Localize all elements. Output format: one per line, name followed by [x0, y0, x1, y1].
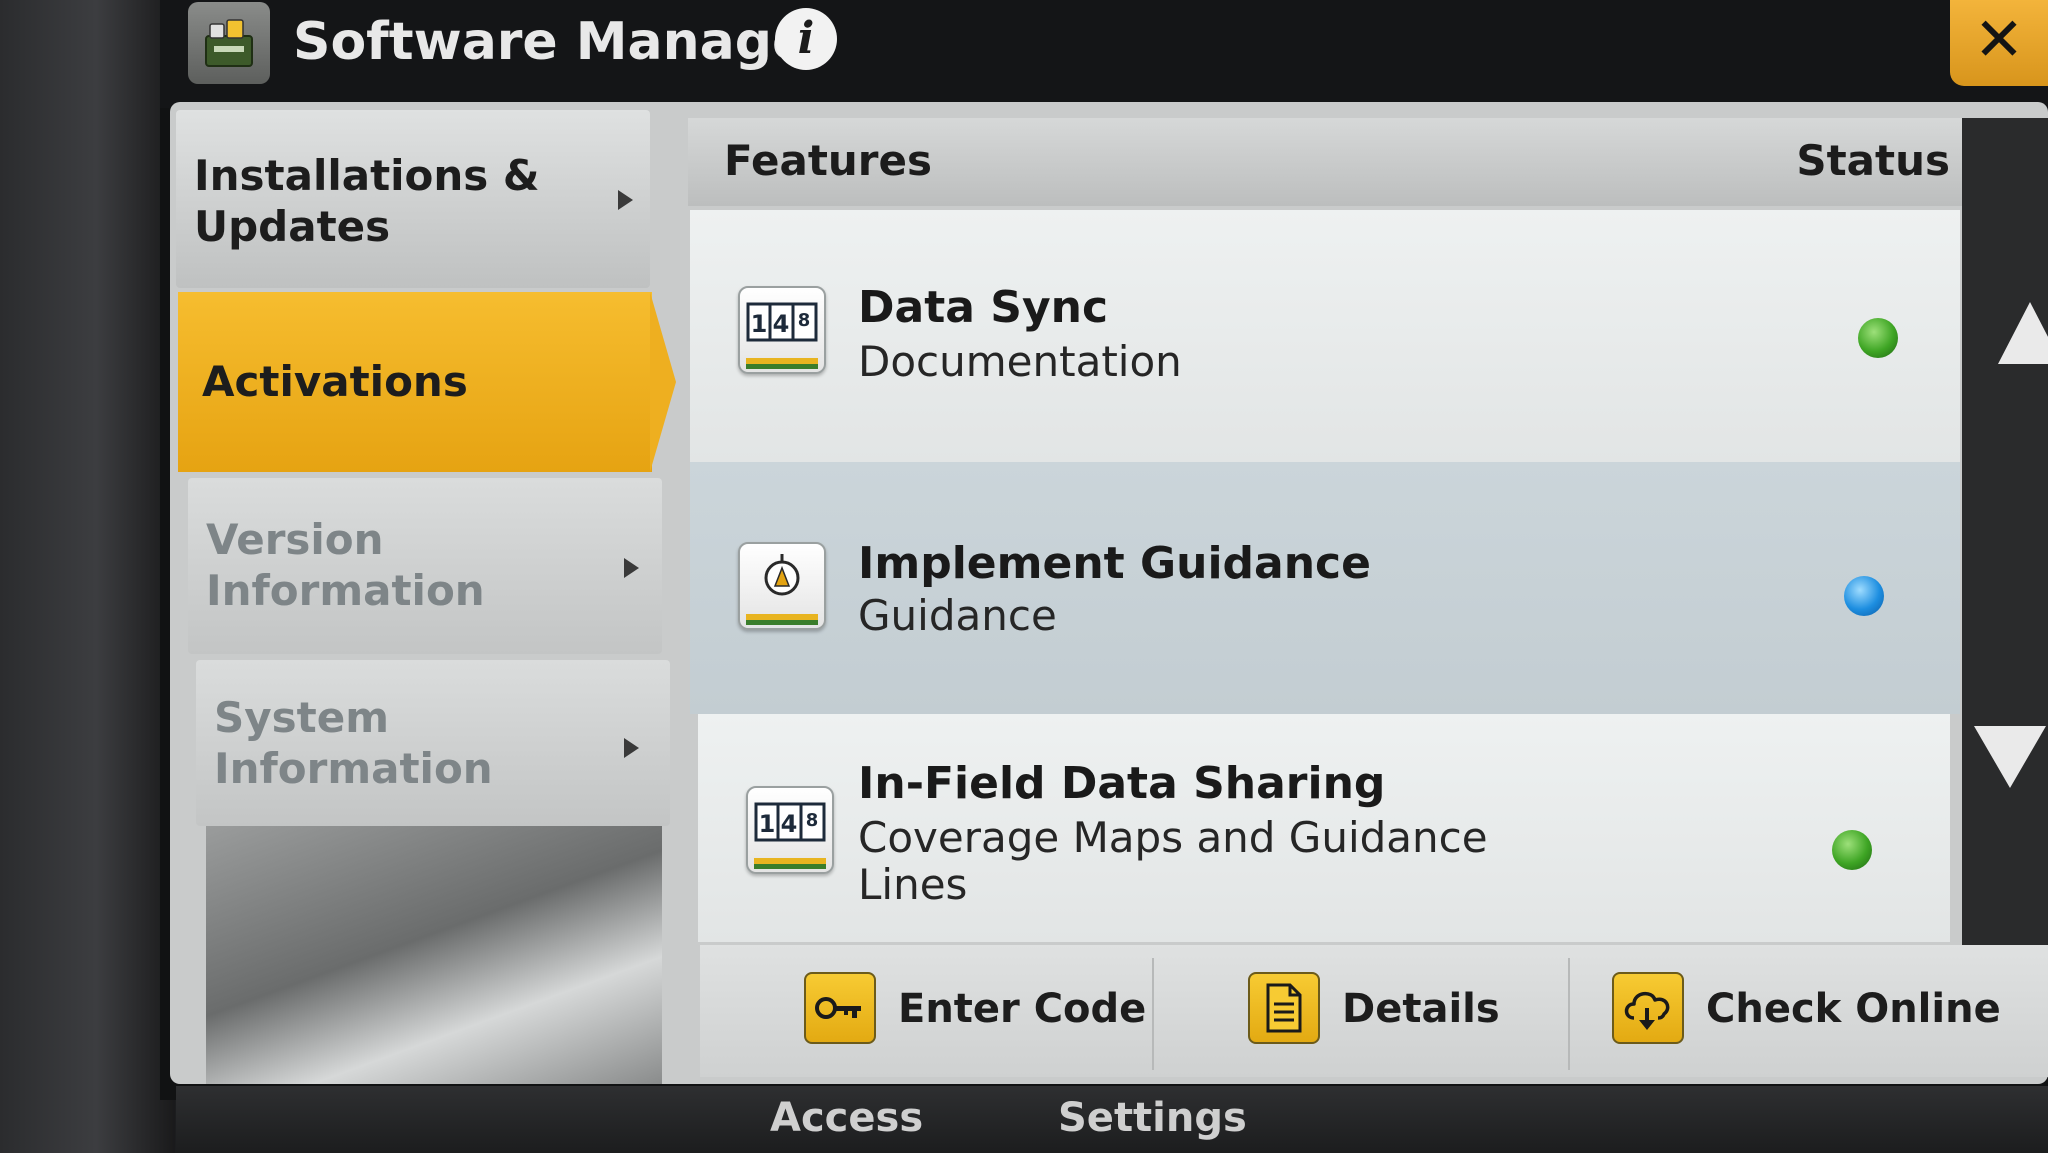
display-bezel [0, 0, 175, 1153]
column-header-features: Features [724, 136, 932, 185]
sidebar-item-label-line2: Updates [194, 202, 391, 251]
counter-digit: 4 [773, 310, 790, 338]
tab-access[interactable]: Access [770, 1095, 923, 1141]
document-icon [1248, 972, 1320, 1044]
counter-digit: 4 [781, 810, 798, 838]
enter-code-label: Enter Code [898, 986, 1147, 1032]
sidebar-item-label: System Information [214, 692, 493, 794]
status-indicator [1832, 830, 1872, 870]
counter-digit: 1 [751, 310, 768, 338]
feature-row-implement-guidance[interactable]: Implement Guidance Guidance [690, 462, 1960, 714]
feature-category-line2: Lines [858, 860, 968, 909]
key-icon [804, 972, 876, 1044]
cloud-download-icon [1612, 972, 1684, 1044]
check-online-label: Check Online [1706, 986, 2001, 1032]
tab-settings[interactable]: Settings [1058, 1095, 1247, 1141]
info-icon[interactable]: i [775, 8, 837, 70]
sidebar-item-system-information[interactable]: System Information [196, 660, 670, 826]
sidebar-item-activations[interactable]: Activations [178, 292, 652, 472]
compass-icon [738, 542, 826, 630]
counter-digit: 8 [798, 310, 811, 331]
feature-name: Data Sync [858, 282, 1109, 333]
chevron-right-icon [618, 190, 633, 210]
chevron-right-icon [624, 738, 639, 758]
sidebar-item-label-line2: Information [214, 744, 493, 793]
sidebar-item-label-line2: Information [206, 566, 485, 615]
status-indicator [1844, 576, 1884, 616]
scroll-panel [1962, 118, 2048, 958]
scroll-up-icon[interactable] [1998, 302, 2048, 364]
check-online-button[interactable]: Check Online [1612, 968, 2001, 1060]
app-title: Software Manager [293, 12, 833, 72]
sidebar-item-installations-updates[interactable]: Installations & Updates [176, 110, 650, 288]
feature-row-in-field-data-sharing[interactable]: 1 4 8 In-Field Data Sharing Coverage Map… [698, 714, 1950, 942]
feature-name: Implement Guidance [858, 538, 1371, 589]
feature-category: Documentation [858, 337, 1182, 386]
scroll-down-icon[interactable] [1974, 726, 2046, 788]
sidebar-item-label-line1: Installations & [194, 151, 540, 200]
counter-digit: 1 [759, 810, 776, 838]
sidebar-item-label-line1: System [214, 693, 389, 742]
table-header: Features Status [688, 118, 1978, 206]
enter-code-button[interactable]: Enter Code [804, 968, 1146, 1060]
chevron-right-icon [624, 558, 639, 578]
counter-digit: 8 [806, 810, 819, 831]
sidebar-item-version-information[interactable]: Version Information [188, 478, 662, 654]
sidebar-item-label: Version Information [206, 514, 485, 616]
counter-icon: 1 4 8 [738, 286, 826, 374]
status-indicator [1858, 318, 1898, 358]
divider [1152, 958, 1154, 1070]
sidebar-empty-area [206, 826, 662, 1084]
feature-category: Guidance [858, 591, 1057, 640]
feature-category: Coverage Maps and Guidance Lines [858, 814, 1488, 908]
column-header-status: Status [1796, 136, 1950, 185]
details-button[interactable]: Details [1248, 968, 1508, 1060]
details-label: Details [1342, 986, 1500, 1032]
sidebar-item-label: Installations & Updates [194, 150, 540, 252]
close-button[interactable]: ✕ [1950, 0, 2048, 86]
sidebar-item-label-line1: Version [206, 515, 384, 564]
sidebar-item-label: Activations [202, 357, 468, 406]
feature-row-data-sync[interactable]: 1 4 8 Data Sync Documentation [690, 210, 1960, 462]
counter-icon: 1 4 8 [746, 786, 834, 874]
selected-indicator [650, 292, 676, 472]
feature-category-line1: Coverage Maps and Guidance [858, 813, 1488, 862]
feature-name: In-Field Data Sharing [858, 758, 1386, 809]
software-manager-app-icon [188, 2, 270, 84]
divider [1568, 958, 1570, 1070]
